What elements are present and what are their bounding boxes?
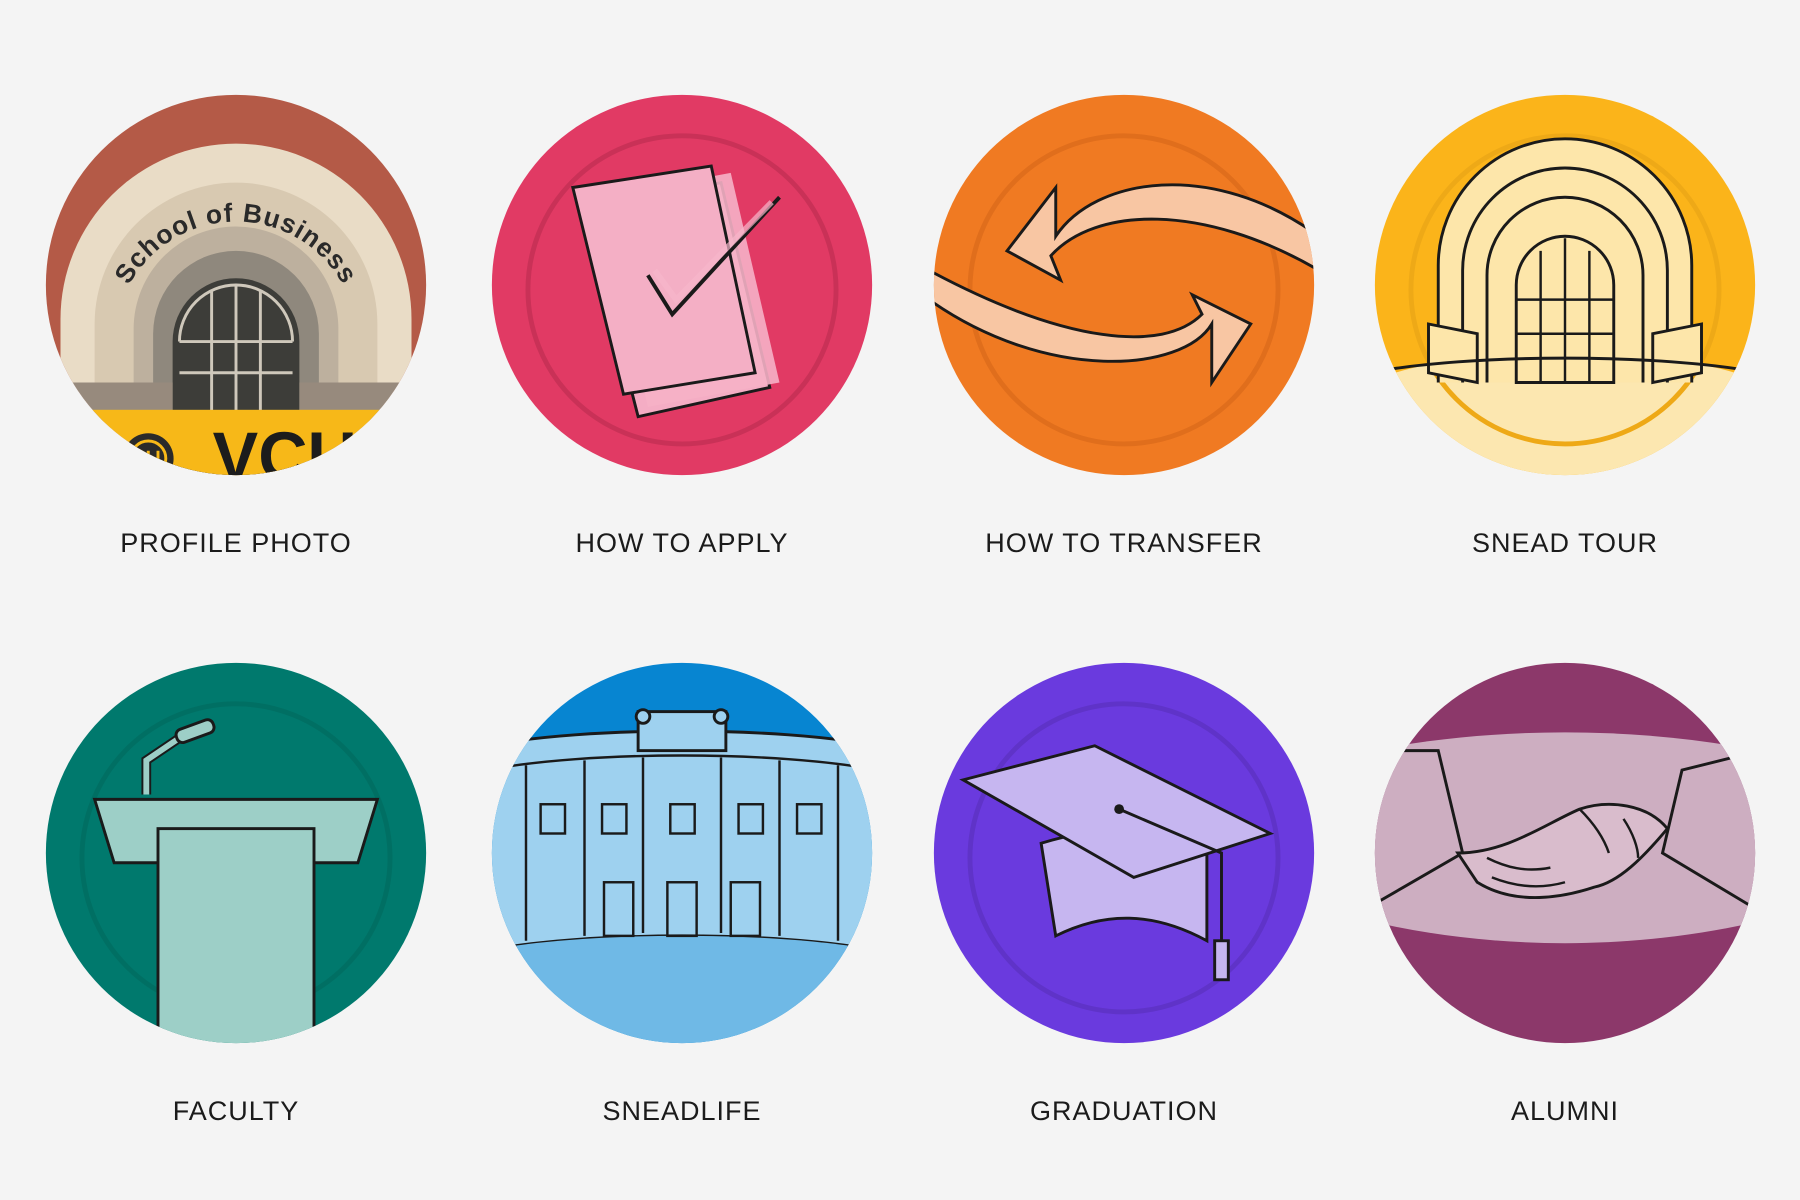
tile-sneadlife[interactable]: SNEADLIFE [482, 658, 882, 1128]
arch-doorway-icon[interactable] [1370, 90, 1760, 480]
tile-snead-tour[interactable]: SNEAD TOUR [1365, 90, 1765, 560]
tile-label: SNEAD TOUR [1471, 528, 1659, 558]
building-facade-icon[interactable] [487, 658, 877, 1048]
graduation-cap-icon[interactable] [929, 658, 1319, 1048]
podium-icon[interactable] [41, 658, 431, 1048]
handshake-icon[interactable] [1370, 658, 1760, 1048]
tile-label: HOW TO TRANSFER [985, 528, 1263, 558]
tile-graduation[interactable]: GRADUATION [924, 658, 1324, 1128]
vcu-logo-text: VCU [213, 419, 357, 480]
tile-profile-photo[interactable]: School of Business VCU PROFILE PHOTO [36, 90, 436, 560]
tile-label: ALUMNI [1510, 1096, 1619, 1126]
checklist-document-icon[interactable] [487, 90, 877, 480]
school-of-business-arch-icon[interactable]: School of Business VCU [41, 90, 431, 480]
tile-label: GRADUATION [1029, 1096, 1218, 1126]
transfer-arrows-icon[interactable] [929, 90, 1319, 480]
tile-label: HOW TO APPLY [575, 528, 789, 558]
tile-label: SNEADLIFE [602, 1096, 762, 1126]
tile-label: FACULTY [172, 1096, 300, 1126]
tile-alumni[interactable]: ALUMNI [1365, 658, 1765, 1128]
tile-label: PROFILE PHOTO [120, 528, 352, 558]
tile-how-to-transfer[interactable]: HOW TO TRANSFER [924, 90, 1324, 560]
tile-how-to-apply[interactable]: HOW TO APPLY [482, 90, 882, 560]
tile-faculty[interactable]: FACULTY [36, 658, 436, 1128]
